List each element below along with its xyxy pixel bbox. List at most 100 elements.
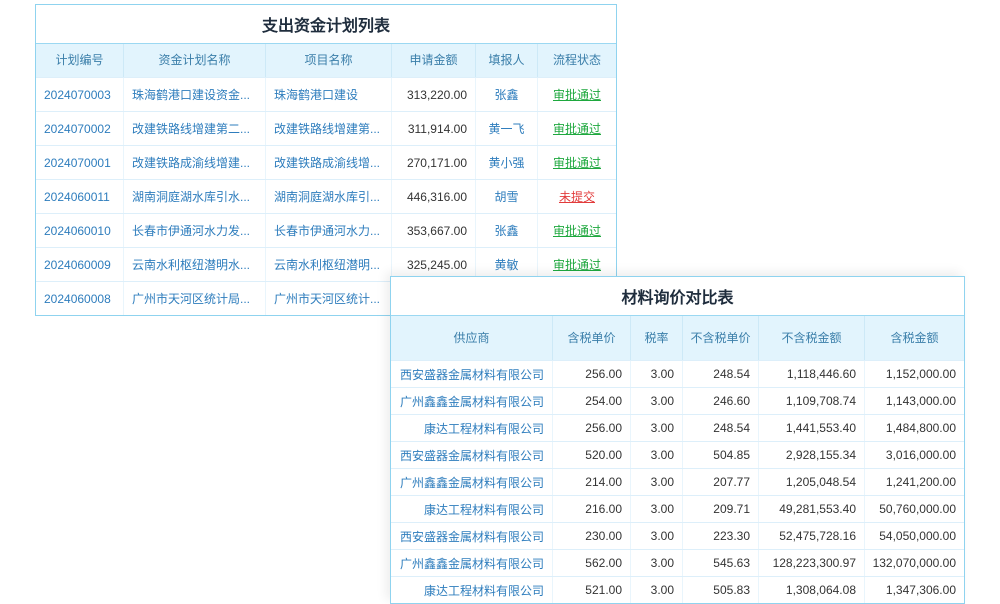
fund-plan-name-link[interactable]: 改建铁路线增建第二... [124,112,266,145]
supplier-link[interactable]: 广州鑫鑫金属材料有限公司 [391,550,553,576]
apply-amount-value: 353,667.00 [392,214,476,247]
tax-excl-unit-price: 504.85 [683,442,759,468]
plan-id-link[interactable]: 2024060009 [36,248,124,281]
tax-rate-value: 3.00 [631,496,683,522]
fund-plan-list-title: 支出资金计划列表 [36,5,616,44]
tax-excl-amount: 2,928,155.34 [759,442,865,468]
tax-excl-unit-price: 207.77 [683,469,759,495]
fund-plan-row: 2024070003珠海鹤港口建设资金...珠海鹤港口建设313,220.00张… [36,77,616,111]
plan-id-link[interactable]: 2024070002 [36,112,124,145]
tax-incl-amount: 1,143,000.00 [865,388,964,414]
tax-incl-unit-price: 521.00 [553,577,631,603]
fund-plan-row: 2024070001改建铁路成渝线增建...改建铁路成渝线增...270,171… [36,145,616,179]
plan-id-link[interactable]: 2024060010 [36,214,124,247]
col-header-notax-unit-price: 不含税单价 [683,316,759,360]
tax-excl-unit-price: 505.83 [683,577,759,603]
reporter-link[interactable]: 张鑫 [476,214,538,247]
fund-plan-table-header: 计划编号 资金计划名称 项目名称 申请金额 填报人 流程状态 [36,44,616,77]
tax-incl-amount: 132,070,000.00 [865,550,964,576]
tax-incl-unit-price: 520.00 [553,442,631,468]
supplier-link[interactable]: 广州鑫鑫金属材料有限公司 [391,388,553,414]
tax-excl-amount: 1,109,708.74 [759,388,865,414]
tax-excl-unit-price: 545.63 [683,550,759,576]
col-header-reporter: 填报人 [476,44,538,77]
apply-amount-value: 270,171.00 [392,146,476,179]
tax-incl-amount: 50,760,000.00 [865,496,964,522]
col-header-project-name: 项目名称 [266,44,392,77]
material-quote-row: 康达工程材料有限公司256.003.00248.541,441,553.401,… [391,414,964,441]
supplier-link[interactable]: 康达工程材料有限公司 [391,415,553,441]
tax-rate-value: 3.00 [631,523,683,549]
plan-id-link[interactable]: 2024070001 [36,146,124,179]
tax-excl-amount: 1,308,064.08 [759,577,865,603]
reporter-link[interactable]: 黄一飞 [476,112,538,145]
fund-plan-name-link[interactable]: 云南水利枢纽潜明水... [124,248,266,281]
fund-plan-name-link[interactable]: 改建铁路成渝线增建... [124,146,266,179]
col-header-supplier: 供应商 [391,316,553,360]
tax-excl-amount: 1,441,553.40 [759,415,865,441]
supplier-link[interactable]: 西安盛器金属材料有限公司 [391,523,553,549]
fund-plan-name-link[interactable]: 珠海鹤港口建设资金... [124,78,266,111]
project-name-link[interactable]: 改建铁路线增建第... [266,112,392,145]
supplier-link[interactable]: 广州鑫鑫金属材料有限公司 [391,469,553,495]
reporter-link[interactable]: 黄小强 [476,146,538,179]
supplier-link[interactable]: 西安盛器金属材料有限公司 [391,442,553,468]
supplier-link[interactable]: 西安盛器金属材料有限公司 [391,361,553,387]
project-name-link[interactable]: 广州市天河区统计... [266,282,392,315]
project-name-link[interactable]: 长春市伊通河水力... [266,214,392,247]
tax-rate-value: 3.00 [631,469,683,495]
reporter-link[interactable]: 张鑫 [476,78,538,111]
tax-rate-value: 3.00 [631,442,683,468]
project-name-link[interactable]: 珠海鹤港口建设 [266,78,392,111]
flow-status-link[interactable]: 审批通过 [538,78,616,111]
material-table-header: 供应商 含税单价 税率 不含税单价 不含税金额 含税金额 [391,316,964,360]
material-quote-row: 西安盛器金属材料有限公司230.003.00223.3052,475,728.1… [391,522,964,549]
material-quote-row: 康达工程材料有限公司216.003.00209.7149,281,553.405… [391,495,964,522]
col-header-fund-plan-name: 资金计划名称 [124,44,266,77]
material-quote-row: 康达工程材料有限公司521.003.00505.831,308,064.081,… [391,576,964,603]
fund-plan-name-link[interactable]: 湖南洞庭湖水库引水... [124,180,266,213]
material-inquiry-title: 材料询价对比表 [391,277,964,316]
apply-amount-value: 446,316.00 [392,180,476,213]
tax-incl-amount: 1,484,800.00 [865,415,964,441]
col-header-flow-status: 流程状态 [538,44,616,77]
tax-excl-unit-price: 209.71 [683,496,759,522]
apply-amount-value: 313,220.00 [392,78,476,111]
flow-status-link[interactable]: 未提交 [538,180,616,213]
tax-rate-value: 3.00 [631,415,683,441]
fund-plan-name-link[interactable]: 长春市伊通河水力发... [124,214,266,247]
tax-excl-unit-price: 248.54 [683,415,759,441]
tax-incl-unit-price: 216.00 [553,496,631,522]
tax-excl-unit-price: 223.30 [683,523,759,549]
flow-status-link[interactable]: 审批通过 [538,214,616,247]
plan-id-link[interactable]: 2024070003 [36,78,124,111]
col-header-apply-amount: 申请金额 [392,44,476,77]
plan-id-link[interactable]: 2024060011 [36,180,124,213]
flow-status-link[interactable]: 审批通过 [538,146,616,179]
material-quote-row: 广州鑫鑫金属材料有限公司254.003.00246.601,109,708.74… [391,387,964,414]
project-name-link[interactable]: 改建铁路成渝线增... [266,146,392,179]
supplier-link[interactable]: 康达工程材料有限公司 [391,496,553,522]
tax-rate-value: 3.00 [631,550,683,576]
col-header-tax-amount: 含税金额 [865,316,964,360]
tax-incl-unit-price: 256.00 [553,361,631,387]
reporter-link[interactable]: 胡雪 [476,180,538,213]
fund-plan-name-link[interactable]: 广州市天河区统计局... [124,282,266,315]
tax-incl-unit-price: 254.00 [553,388,631,414]
project-name-link[interactable]: 云南水利枢纽潜明... [266,248,392,281]
material-quote-row: 西安盛器金属材料有限公司520.003.00504.852,928,155.34… [391,441,964,468]
tax-excl-unit-price: 246.60 [683,388,759,414]
tax-excl-amount: 49,281,553.40 [759,496,865,522]
col-header-notax-amount: 不含税金额 [759,316,865,360]
project-name-link[interactable]: 湖南洞庭湖水库引... [266,180,392,213]
flow-status-link[interactable]: 审批通过 [538,112,616,145]
tax-excl-amount: 52,475,728.16 [759,523,865,549]
plan-id-link[interactable]: 2024060008 [36,282,124,315]
tax-excl-unit-price: 248.54 [683,361,759,387]
tax-rate-value: 3.00 [631,361,683,387]
fund-plan-row: 2024060010长春市伊通河水力发...长春市伊通河水力...353,667… [36,213,616,247]
supplier-link[interactable]: 康达工程材料有限公司 [391,577,553,603]
tax-excl-amount: 1,205,048.54 [759,469,865,495]
fund-plan-list-panel: 支出资金计划列表 计划编号 资金计划名称 项目名称 申请金额 填报人 流程状态 … [35,4,617,316]
tax-incl-amount: 54,050,000.00 [865,523,964,549]
